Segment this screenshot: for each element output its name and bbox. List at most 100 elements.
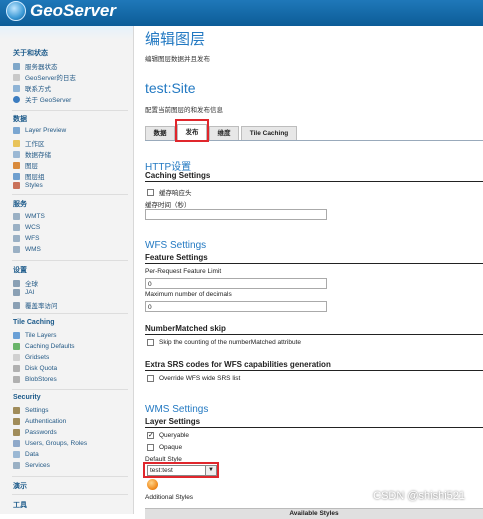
cache-headers-checkbox[interactable]: 缓存响应头 (147, 187, 192, 197)
sidebar-item-layer-groups[interactable]: 图层组 (13, 171, 45, 181)
sidebar-item-contact[interactable]: 联系方式 (13, 83, 51, 93)
app-name: GeoServer (30, 1, 116, 20)
sidebar-item-security-settings[interactable]: Settings (13, 407, 49, 414)
extra-srs-heading: Extra SRS codes for WFS capabilities gen… (145, 360, 331, 369)
sidebar-item-stores[interactable]: 数据存储 (13, 149, 51, 159)
sidebar-item-passwords[interactable]: Passwords (13, 429, 57, 436)
settings-icon (13, 301, 20, 309)
sidebar-item-about[interactable]: 关于 GeoServer (13, 94, 71, 104)
wms-settings-heading: WMS Settings (145, 404, 209, 415)
layer-group-icon (13, 172, 20, 180)
sidebar-section-demos[interactable]: 演示 (13, 481, 27, 491)
key-icon (13, 429, 20, 436)
feature-settings-heading: Feature Settings (145, 253, 208, 262)
edit-style-icon[interactable] (147, 479, 158, 490)
checkbox-box (147, 188, 154, 196)
sidebar-item-authentication[interactable]: Authentication (13, 418, 66, 425)
layer-name: test:Site (145, 80, 196, 96)
sidebar-item-jai[interactable]: JAI (13, 289, 34, 296)
globe-icon (6, 1, 26, 21)
section-rule (145, 263, 483, 264)
sidebar-item-caching-defaults[interactable]: Caching Defaults (13, 343, 75, 350)
sidebar-section-data: 数据 (13, 116, 27, 123)
style-icon (13, 182, 20, 189)
sidebar-item-layer-preview[interactable]: Layer Preview (13, 127, 66, 134)
caching-settings-heading: Caching Settings (145, 171, 211, 180)
skip-numbermatched-checkbox[interactable]: Skip the counting of the numberMatched a… (147, 339, 301, 346)
caching-defaults-icon (13, 343, 20, 350)
disk-icon (13, 365, 20, 372)
contact-icon (13, 84, 20, 92)
sidebar-item-styles[interactable]: Styles (13, 182, 43, 189)
key-icon (13, 418, 20, 425)
section-rule (145, 334, 483, 335)
sidebar-item-gridsets[interactable]: Gridsets (13, 354, 49, 361)
sidebar-item-wcs[interactable]: WCS (13, 224, 40, 231)
key-icon (13, 407, 20, 414)
sidebar-divider (12, 313, 128, 314)
sidebar-item-disk-quota[interactable]: Disk Quota (13, 365, 57, 372)
folder-icon (13, 139, 20, 147)
sidebar-item-workspaces[interactable]: 工作区 (13, 138, 45, 148)
sidebar-item-users-groups-roles[interactable]: Users, Groups, Roles (13, 440, 87, 447)
gridset-icon (13, 354, 20, 361)
sidebar-item-wmts[interactable]: WMTS (13, 213, 45, 220)
blobstore-icon (13, 376, 20, 383)
checkbox-box (147, 339, 154, 346)
service-icon (13, 246, 20, 253)
section-rule (145, 181, 483, 182)
sidebar-item-blobstores[interactable]: BlobStores (13, 376, 57, 383)
sidebar-item-wfs[interactable]: WFS (13, 235, 39, 242)
sidebar-item-server-status[interactable]: 服务器状态 (13, 61, 58, 71)
sidebar-top-strip (0, 26, 133, 40)
sidebar-section-services: 服务 (13, 201, 27, 208)
sidebar-divider (12, 194, 128, 195)
sidebar-item-global[interactable]: 全球 (13, 278, 38, 288)
sidebar-divider (12, 260, 128, 261)
database-icon (13, 451, 20, 458)
sidebar-item-security-services[interactable]: Services (13, 462, 50, 469)
settings-icon (13, 289, 20, 296)
checkbox-box (147, 444, 154, 451)
layer-description: 配置当前图层的和发布信息 (145, 107, 223, 114)
service-icon (13, 224, 20, 231)
sidebar-item-layers[interactable]: 图层 (13, 160, 38, 170)
sidebar-divider (12, 389, 128, 390)
queryable-checkbox[interactable]: ✓ Queryable (147, 432, 189, 439)
sidebar-divider (12, 494, 128, 495)
tile-layers-icon (13, 332, 20, 339)
sidebar-divider (12, 110, 128, 111)
sidebar-item-security-data[interactable]: Data (13, 451, 39, 458)
tab-dimensions[interactable]: 维度 (209, 126, 239, 140)
sidebar-item-wms[interactable]: WMS (13, 246, 41, 253)
highlight-default-style (143, 462, 219, 478)
sidebar-section-tile-caching: Tile Caching (13, 319, 55, 326)
checkbox-box (147, 375, 154, 382)
section-rule (145, 370, 483, 371)
page-subtitle: 编辑图层数据并且发布 (145, 56, 210, 63)
per-request-limit-input[interactable]: 0 (145, 278, 327, 289)
main-content: 编辑图层 编辑图层数据并且发布 test:Site 配置当前图层的和发布信息 数… (135, 18, 483, 519)
preview-icon (13, 127, 20, 134)
log-icon (13, 73, 20, 81)
geoserver-logo[interactable]: GeoServer (6, 1, 116, 21)
sidebar-divider (12, 476, 128, 477)
cache-time-input[interactable] (145, 209, 327, 220)
sidebar-section-tools[interactable]: 工具 (13, 500, 27, 510)
section-rule (145, 427, 483, 428)
database-icon (13, 150, 20, 158)
opaque-checkbox[interactable]: Opaque (147, 444, 182, 451)
per-request-limit-label: Per-Request Feature Limit (145, 268, 222, 275)
max-decimals-input[interactable]: 0 (145, 301, 327, 312)
override-srs-checkbox[interactable]: Override WFS wide SRS list (147, 375, 240, 382)
layer-settings-heading: Layer Settings (145, 417, 201, 426)
tab-data[interactable]: 数据 (145, 126, 175, 140)
info-icon (13, 95, 20, 103)
max-decimals-label: Maximum number of decimals (145, 291, 232, 298)
watermark: CSDN @shishi521 (373, 490, 465, 502)
sidebar-item-coverage-access[interactable]: 覆盖率访问 (13, 300, 58, 310)
sidebar-item-tile-layers[interactable]: Tile Layers (13, 332, 57, 339)
tab-tile-caching[interactable]: Tile Caching (241, 126, 297, 140)
sidebar-item-logs[interactable]: GeoServer的日志 (13, 72, 76, 82)
wfs-settings-heading: WFS Settings (145, 240, 207, 251)
